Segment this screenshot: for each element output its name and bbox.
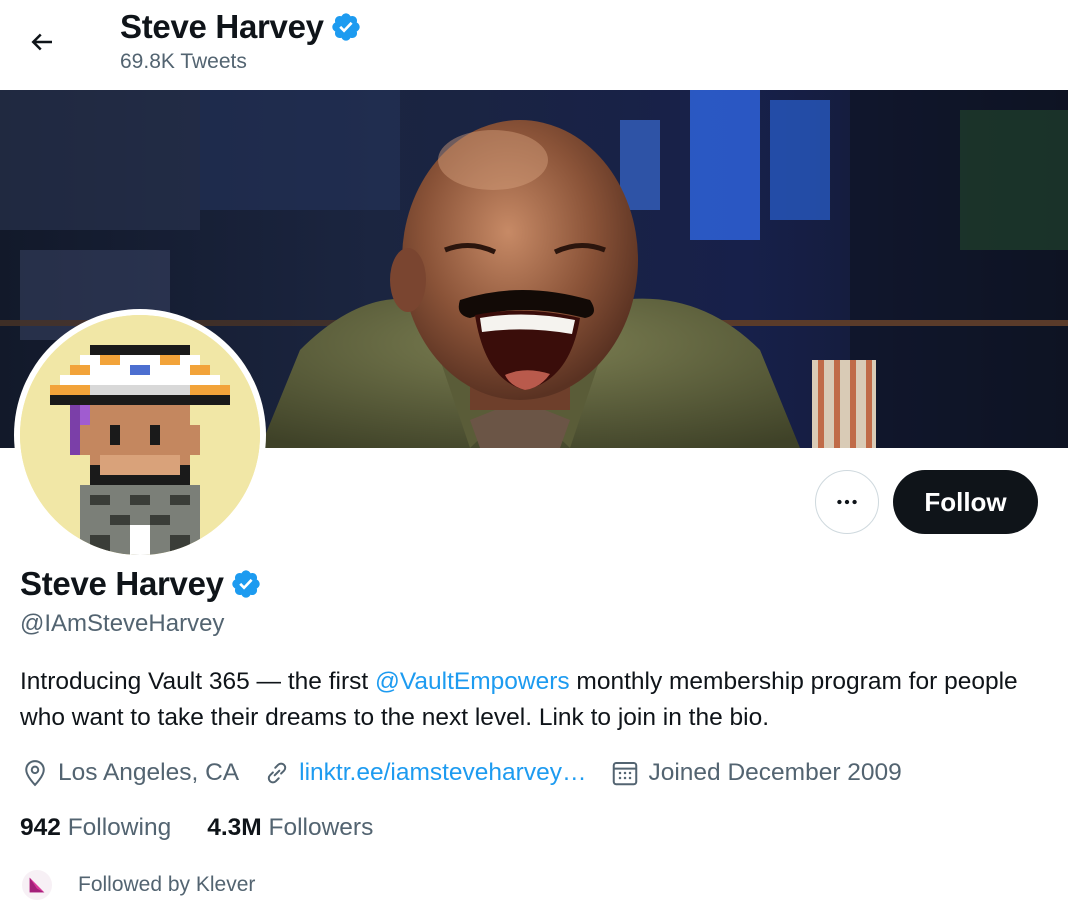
website-link[interactable]: linktr.ee/iamsteveharvey…	[299, 759, 586, 787]
klever-avatar	[20, 868, 54, 902]
link-icon	[267, 762, 287, 784]
website-item[interactable]: linktr.ee/iamsteveharvey…	[263, 759, 586, 787]
header-title: Steve Harvey	[120, 8, 362, 46]
more-dots-icon	[837, 499, 857, 505]
followers-label: Followers	[268, 814, 374, 841]
calendar-icon	[613, 762, 638, 786]
following-count: 942	[20, 814, 61, 841]
profile-handle: @IAmSteveHarvey	[20, 610, 225, 637]
profile-header: Steve Harvey 69.8K Tweets	[0, 0, 1068, 90]
joined-text: Joined December 2009	[648, 759, 902, 786]
verified-badge-icon	[330, 11, 362, 43]
profile-bio: Introducing Vault 365 — the first @Vault…	[20, 664, 1050, 736]
following-link[interactable]: 942 Following	[20, 814, 171, 842]
location-text: Los Angeles, CA	[58, 759, 240, 786]
profile-stats: 942 Following 4.3M Followers	[20, 814, 409, 842]
profile-name: Steve Harvey	[20, 565, 224, 602]
location-pin-icon	[25, 760, 45, 787]
pixel-ape-avatar	[20, 315, 260, 555]
followers-link[interactable]: 4.3M Followers	[207, 814, 373, 842]
profile-name-row: Steve Harvey	[20, 565, 262, 603]
verified-badge-icon	[230, 568, 262, 600]
back-button[interactable]	[22, 22, 62, 62]
followers-count: 4.3M	[207, 814, 262, 841]
bio-text-start: Introducing Vault 365 — the first	[20, 668, 375, 695]
profile-meta: Los Angeles, CA linktr.ee/iamsteveharvey…	[20, 758, 926, 788]
followed-by-row[interactable]: Followed by Klever	[20, 868, 255, 902]
bio-mention-link[interactable]: @VaultEmpowers	[375, 668, 570, 695]
klever-logo-icon	[29, 877, 45, 893]
profile-avatar[interactable]	[14, 309, 266, 561]
header-name: Steve Harvey	[120, 8, 324, 45]
follow-button[interactable]: Follow	[893, 470, 1038, 534]
tweet-count: 69.8K Tweets	[120, 50, 247, 73]
joined-item: Joined December 2009	[610, 758, 902, 788]
location-item: Los Angeles, CA	[20, 758, 239, 788]
arrow-left-icon	[31, 33, 52, 51]
following-label: Following	[67, 814, 172, 841]
more-options-button[interactable]	[815, 470, 879, 534]
avatar-image	[20, 315, 260, 555]
followed-by-text: Followed by Klever	[78, 873, 256, 896]
